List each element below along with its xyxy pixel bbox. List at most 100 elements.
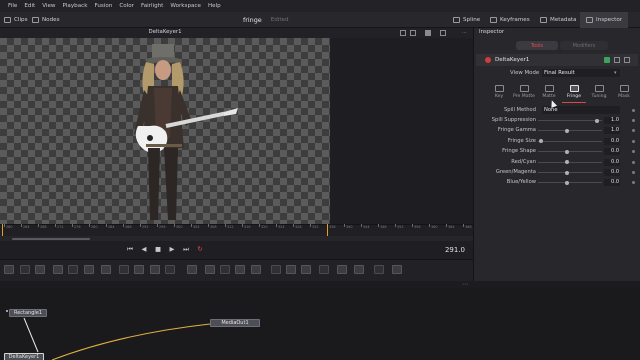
param-label: Fringe Size xyxy=(507,137,536,144)
metadata-icon xyxy=(540,17,547,23)
tab-mask[interactable]: Mask xyxy=(612,85,636,103)
menu-workspace[interactable]: Workspace xyxy=(170,3,201,9)
param-slider-track[interactable] xyxy=(538,161,602,163)
color-corrector-tool-icon[interactable] xyxy=(68,265,79,274)
viewer-channel-icon[interactable] xyxy=(425,30,431,36)
blur-tool-icon[interactable] xyxy=(83,265,94,274)
param-slider-track[interactable] xyxy=(538,151,602,153)
menu-fusion[interactable]: Fusion xyxy=(94,3,112,9)
menu-help[interactable]: Help xyxy=(208,3,221,9)
ellipse-mask-icon[interactable] xyxy=(134,265,145,274)
rectangle-mask-icon[interactable] xyxy=(118,265,129,274)
render-3d-icon[interactable] xyxy=(250,265,261,274)
fx-tool-icon[interactable] xyxy=(301,265,312,274)
modifiers-tab[interactable]: Modifiers xyxy=(560,41,608,50)
clips-button[interactable]: Clips xyxy=(4,12,27,28)
param-slider-knob[interactable] xyxy=(594,118,599,123)
spill-method-keyframe-icon[interactable] xyxy=(632,109,635,112)
playhead[interactable] xyxy=(327,224,328,236)
jump-to-start-button[interactable]: ⏮ xyxy=(124,244,136,254)
jump-to-end-button[interactable]: ⏭ xyxy=(180,244,192,254)
viewer-more-icon[interactable]: ⋯ xyxy=(462,30,468,36)
transform-tool-icon[interactable] xyxy=(101,265,112,274)
tools-tab[interactable]: Tools xyxy=(516,41,558,50)
ruler-tick-label: 272 xyxy=(57,225,64,229)
warp-tool-icon[interactable] xyxy=(391,265,402,274)
polygon-mask-icon[interactable] xyxy=(149,265,160,274)
render-range-fill[interactable] xyxy=(12,238,90,240)
node-deltakeyer1[interactable]: DeltaKeyer1 xyxy=(4,353,44,360)
viewer-option-icon[interactable] xyxy=(400,30,406,36)
image-plane-icon[interactable] xyxy=(187,265,197,274)
viewer-roi-icon[interactable] xyxy=(440,30,446,36)
menu-playback[interactable]: Playback xyxy=(63,3,88,9)
play-button[interactable]: ▶ xyxy=(166,244,178,254)
nodes-button[interactable]: Nodes xyxy=(32,12,60,28)
node-editor-more-icon[interactable]: ⋯ xyxy=(462,281,470,288)
tab-pre-matte[interactable]: Pre Matte xyxy=(512,85,536,103)
menu-fairlight[interactable]: Fairlight xyxy=(141,3,163,9)
keyframes-button[interactable]: Keyframes xyxy=(490,12,530,28)
camera-3d-icon[interactable] xyxy=(204,265,215,274)
tool-lock-icon[interactable] xyxy=(624,57,630,63)
background-tool-icon[interactable] xyxy=(4,265,15,274)
text-tool-icon[interactable] xyxy=(35,265,46,274)
inspector-button[interactable]: Inspector xyxy=(580,12,629,28)
tab-key[interactable]: Key xyxy=(487,85,511,103)
bspline-mask-icon[interactable] xyxy=(165,265,175,274)
in-point-marker[interactable] xyxy=(2,224,3,236)
param-value-field[interactable]: 0.0 xyxy=(604,169,620,176)
tool-enable-icon[interactable] xyxy=(485,57,491,63)
tracker-tool-icon[interactable] xyxy=(374,265,384,274)
tool-version-icon[interactable] xyxy=(614,57,620,63)
tab-fringe[interactable]: Fringe xyxy=(562,85,586,103)
view-mode-dropdown[interactable]: Final Result xyxy=(542,69,620,77)
tool-color-swatch[interactable] xyxy=(604,57,610,63)
loop-icon[interactable]: ↻ xyxy=(194,244,206,254)
param-value-field[interactable]: 0.0 xyxy=(604,137,620,145)
spline-button[interactable]: Spline xyxy=(453,12,480,28)
param-slider-track[interactable] xyxy=(538,120,602,121)
menu-view[interactable]: View xyxy=(42,3,55,9)
node-mediaout1[interactable]: MediaOut1 xyxy=(210,319,260,327)
param-keyframe-icon[interactable] xyxy=(632,160,635,164)
keyframes-label: Keyframes xyxy=(500,17,530,23)
ruler-tick-label: 352 xyxy=(397,225,404,229)
param-slider-track[interactable] xyxy=(538,182,602,184)
node-rectangle1[interactable]: Rectangle1 xyxy=(9,309,47,317)
pixel-tool-icon[interactable] xyxy=(319,265,329,274)
menu-color[interactable]: Color xyxy=(119,3,134,9)
stop-button[interactable]: ■ xyxy=(152,244,164,254)
ruler-tick-label: 292 xyxy=(142,225,149,229)
param-value-field[interactable]: 0.0 xyxy=(604,179,620,187)
crop-tool-icon[interactable] xyxy=(336,265,347,274)
particle-render-icon[interactable] xyxy=(286,265,296,274)
tab-mask-label: Mask xyxy=(618,94,630,99)
merge-3d-icon[interactable] xyxy=(235,265,246,274)
current-frame[interactable]: 291.0 xyxy=(425,246,465,254)
paint-tool-icon[interactable] xyxy=(19,265,30,274)
merge-tool-icon[interactable] xyxy=(52,265,63,274)
menu-file[interactable]: File xyxy=(8,3,17,9)
param-slider-track[interactable] xyxy=(538,172,602,173)
param-value-field[interactable]: 1.0 xyxy=(604,117,620,124)
param-keyframe-icon[interactable] xyxy=(632,119,635,122)
ruler-tick-mark xyxy=(72,224,73,227)
menu-edit[interactable]: Edit xyxy=(24,3,35,9)
param-slider-track[interactable] xyxy=(538,130,602,132)
param-value-field[interactable]: 0.0 xyxy=(604,148,620,156)
spill-method-dropdown[interactable]: None xyxy=(542,106,620,114)
param-keyframe-icon[interactable] xyxy=(632,171,635,174)
keyer-tool-icon[interactable] xyxy=(354,265,365,274)
particle-emitter-icon[interactable] xyxy=(270,265,281,274)
param-keyframe-icon[interactable] xyxy=(632,139,635,143)
tab-tuning[interactable]: Tuning xyxy=(587,85,611,103)
metadata-button[interactable]: Metadata xyxy=(540,12,577,28)
shape-3d-icon[interactable] xyxy=(220,265,230,274)
param-value-field[interactable]: 1.0 xyxy=(604,127,620,135)
param-value-field[interactable]: 0.0 xyxy=(604,158,620,166)
ruler-tick-label: 368 xyxy=(465,225,472,229)
viewer-lut-icon[interactable] xyxy=(410,30,416,36)
reverse-play-button[interactable]: ◀ xyxy=(138,244,150,254)
param-slider-track[interactable] xyxy=(538,140,602,142)
